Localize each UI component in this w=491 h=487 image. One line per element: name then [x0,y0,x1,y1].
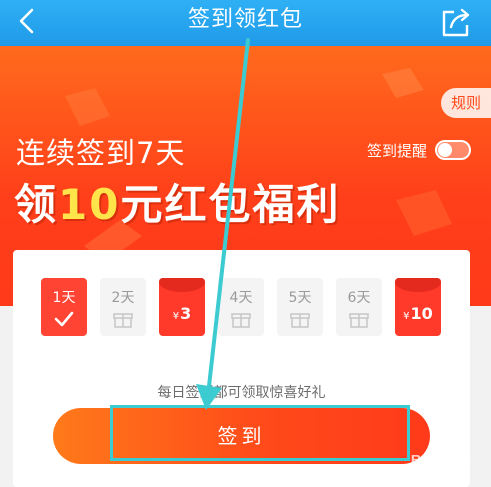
envelope-decoration-icon [396,190,452,236]
hero-subheadline: 领10元红包福利 [14,171,340,232]
page-title: 签到领红包 [187,7,303,32]
envelope-decoration-icon [65,88,110,126]
watermark: Bai✿经验 [411,450,471,469]
day-label: 1天 [52,290,76,306]
reward-amount: ¥3 [159,304,205,323]
sign-reminder: 签到提醒 [367,136,471,164]
highlight-box [110,405,410,461]
day-label: 5天 [288,290,312,306]
day-item-5: 5天 [277,278,323,336]
reward-amount: ¥10 [395,304,441,323]
day-item-3: ¥3 [159,278,205,336]
day-label: 6天 [347,290,371,306]
gift-icon [290,313,310,328]
day-list: 1天 2天 ¥3 4天 5天 6天 ¥10 [41,278,441,338]
nav-bar: 签到领红包 [0,0,491,46]
gift-icon [113,313,133,328]
day-item-1: 1天 [41,278,87,336]
hero-prefix: 领 [14,180,59,229]
amount-value: 10 [410,304,433,323]
day-item-6: 6天 [336,278,382,336]
check-icon [54,311,74,327]
gift-icon [231,313,251,328]
paw-icon: ✿ [434,454,445,469]
envelope-decoration-icon [382,68,424,98]
reminder-label: 签到提醒 [366,141,427,160]
toggle-knob [438,143,452,157]
watermark-suffix: 经验 [444,454,471,469]
hero-amount: 10 [58,180,121,229]
day-label: 2天 [111,290,135,306]
day-item-7: ¥10 [395,278,441,336]
currency-symbol: ¥ [172,311,180,322]
envelope-flap [395,278,441,292]
day-item-4: 4天 [218,278,264,336]
hero-suffix: 元红包福利 [120,180,341,229]
daily-reward-tip: 每日签到都可领取惊喜好礼 [157,385,326,401]
rules-button[interactable]: 规则 [441,88,491,118]
currency-symbol: ¥ [403,311,410,322]
watermark-brand: Bai [410,452,435,469]
gift-icon [349,313,369,328]
day-item-2: 2天 [100,278,146,336]
reminder-toggle[interactable] [435,140,471,160]
amount-value: 3 [180,304,192,323]
share-icon [442,8,470,37]
share-button[interactable] [439,6,473,38]
hero-headline: 连续签到7天 [16,136,186,170]
envelope-flap [159,278,205,292]
day-label: 4天 [229,290,253,306]
